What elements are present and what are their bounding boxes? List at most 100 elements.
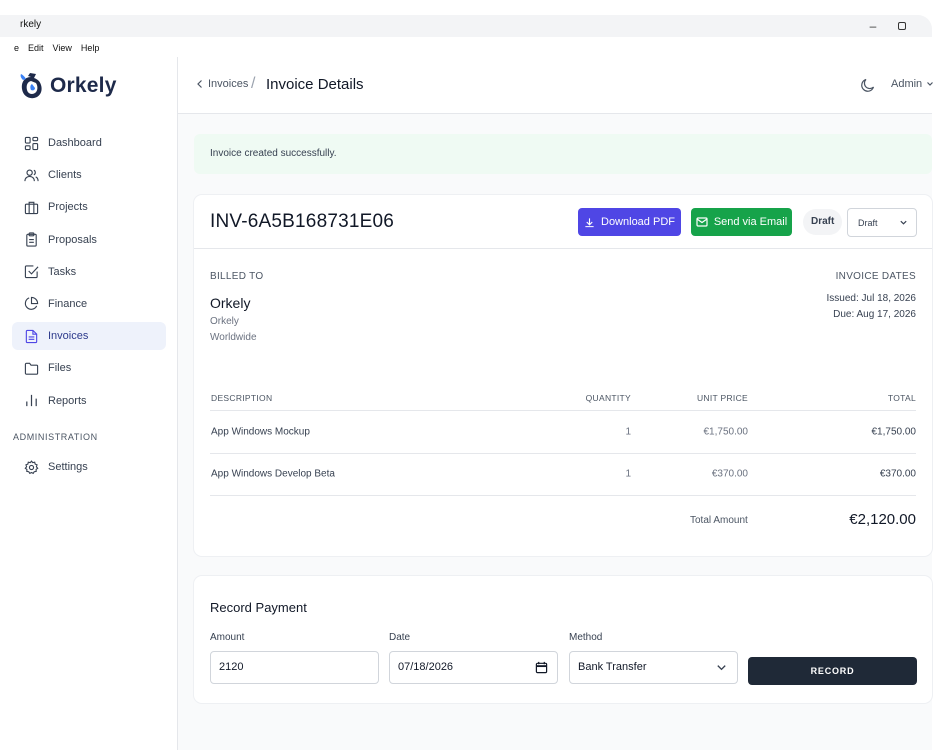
success-alert: Invoice created successfully. <box>194 134 932 174</box>
amount-input[interactable]: 2120 <box>210 651 379 684</box>
minimize-button[interactable]: – <box>864 17 882 35</box>
pie-chart-icon <box>24 297 39 311</box>
sidebar-item-label: Settings <box>48 461 88 473</box>
file-text-icon <box>25 329 38 343</box>
gear-icon <box>24 459 39 474</box>
logo[interactable]: Orkely <box>18 71 117 101</box>
sidebar-settings-group: Settings <box>12 453 166 485</box>
menu-view[interactable]: View <box>53 43 72 53</box>
minimize-icon: – <box>869 19 877 33</box>
date-label: Date <box>389 632 411 643</box>
user-name: Admin <box>891 78 923 90</box>
download-pdf-button[interactable]: Download PDF <box>578 208 681 236</box>
download-pdf-label: Download PDF <box>601 216 675 228</box>
sidebar-item-reports[interactable]: Reports <box>12 387 166 415</box>
item-quantity: 1 <box>625 468 631 480</box>
maximize-icon <box>898 22 906 30</box>
sidebar-item-projects[interactable]: Projects <box>12 193 166 221</box>
breadcrumb-back-link[interactable]: Invoices <box>196 78 248 90</box>
item-description: App Windows Develop Beta <box>211 468 335 480</box>
page-header: Invoices / Invoice Details Admin <box>178 57 934 114</box>
breadcrumb-invoices: Invoices <box>208 78 249 90</box>
amount-value: 2120 <box>219 661 244 673</box>
clipboard-icon <box>26 232 37 247</box>
item-unit-price: €370.00 <box>711 468 748 480</box>
sidebar-item-settings[interactable]: Settings <box>12 453 166 481</box>
check-square-icon <box>24 265 39 279</box>
calendar-icon[interactable] <box>535 661 548 674</box>
sidebar-item-label: Finance <box>48 297 88 310</box>
table-row: App Windows Develop Beta 1 €370.00 €370.… <box>210 454 916 496</box>
sidebar-item-tasks[interactable]: Tasks <box>12 258 166 286</box>
column-header-unit-price: UNIT PRICE <box>696 392 748 403</box>
billed-to-label: BILLED TO <box>210 271 264 282</box>
send-email-button[interactable]: Send via Email <box>691 208 792 236</box>
sidebar-item-label: Proposals <box>48 233 97 246</box>
logo-icon <box>20 73 42 99</box>
method-value: Bank Transfer <box>578 661 647 673</box>
main-content: Invoice created successfully. INV-6A5B16… <box>178 114 932 750</box>
breadcrumb-separator: / <box>251 75 256 92</box>
window-titlebar: rkely – <box>0 15 932 37</box>
date-value: 07/18/2026 <box>398 661 454 673</box>
column-header-total: TOTAL <box>887 392 916 403</box>
sidebar-item-label: Reports <box>48 394 87 407</box>
record-payment-button[interactable]: RECORD <box>748 657 917 685</box>
status-select[interactable]: Draft <box>847 208 917 237</box>
chevron-down-icon <box>717 665 726 671</box>
column-header-description: DESCRIPTION <box>211 392 273 403</box>
sidebar-item-files[interactable]: Files <box>12 354 166 382</box>
menu-help[interactable]: Help <box>81 43 100 53</box>
client-company: Orkely <box>210 316 239 327</box>
status-select-value: Draft <box>858 218 878 228</box>
sidebar-nav: Dashboard Clients Projects Proposals Tas… <box>12 129 166 419</box>
sidebar-item-proposals[interactable]: Proposals <box>12 226 166 254</box>
item-description: App Windows Mockup <box>211 426 310 438</box>
sidebar-item-label: Invoices <box>48 330 89 343</box>
sidebar-item-label: Projects <box>48 201 88 214</box>
chevron-down-icon <box>900 220 907 225</box>
maximize-button[interactable] <box>893 17 911 35</box>
user-menu[interactable]: Admin <box>891 78 934 90</box>
column-header-quantity: QUANTITY <box>585 392 631 403</box>
method-select[interactable]: Bank Transfer <box>569 651 738 684</box>
folder-icon <box>24 362 39 375</box>
total-amount-label: Total Amount <box>690 515 748 526</box>
bar-chart-icon <box>26 394 37 407</box>
sidebar: Orkely Dashboard Clients Projects Propos… <box>0 57 178 750</box>
method-label: Method <box>569 632 603 643</box>
item-unit-price: €1,750.00 <box>703 426 749 438</box>
briefcase-icon <box>24 201 39 215</box>
moon-icon[interactable] <box>860 77 876 93</box>
table-header-row: DESCRIPTION QUANTITY UNIT PRICE TOTAL <box>210 385 916 411</box>
card-divider <box>194 248 932 249</box>
admin-section-label: ADMINISTRATION <box>13 432 98 442</box>
client-name: Orkely <box>210 295 251 311</box>
record-payment-card: Record Payment Amount 2120 Date 07/18/20… <box>194 576 932 703</box>
line-items-table: DESCRIPTION QUANTITY UNIT PRICE TOTAL Ap… <box>210 385 916 496</box>
date-input[interactable]: 07/18/2026 <box>389 651 558 684</box>
mail-icon <box>696 217 708 227</box>
invoice-card: INV-6A5B168731E06 Download PDF Send via … <box>194 195 932 556</box>
client-location: Worldwide <box>210 332 257 343</box>
menu-file[interactable]: e <box>14 43 19 53</box>
menu-edit[interactable]: Edit <box>28 43 44 53</box>
total-amount-value: €2,120.00 <box>849 511 916 528</box>
sidebar-item-invoices[interactable]: Invoices <box>12 322 166 351</box>
sidebar-item-label: Files <box>48 362 72 375</box>
table-row: App Windows Mockup 1 €1,750.00 €1,750.00 <box>210 411 916 454</box>
due-date: Due: Aug 17, 2026 <box>833 309 916 320</box>
sidebar-item-label: Tasks <box>48 265 77 278</box>
logo-text: Orkely <box>50 74 117 97</box>
sidebar-item-label: Clients <box>48 169 82 182</box>
sidebar-item-finance[interactable]: Finance <box>12 290 166 318</box>
record-payment-title: Record Payment <box>210 600 307 615</box>
item-total: €370.00 <box>879 468 916 480</box>
invoice-number: INV-6A5B168731E06 <box>210 211 395 232</box>
sidebar-item-dashboard[interactable]: Dashboard <box>12 129 166 157</box>
sidebar-item-clients[interactable]: Clients <box>12 161 166 189</box>
amount-label: Amount <box>210 632 245 643</box>
window-title: rkely <box>20 19 42 30</box>
chevron-left-icon <box>197 80 202 88</box>
send-email-label: Send via Email <box>713 216 788 228</box>
